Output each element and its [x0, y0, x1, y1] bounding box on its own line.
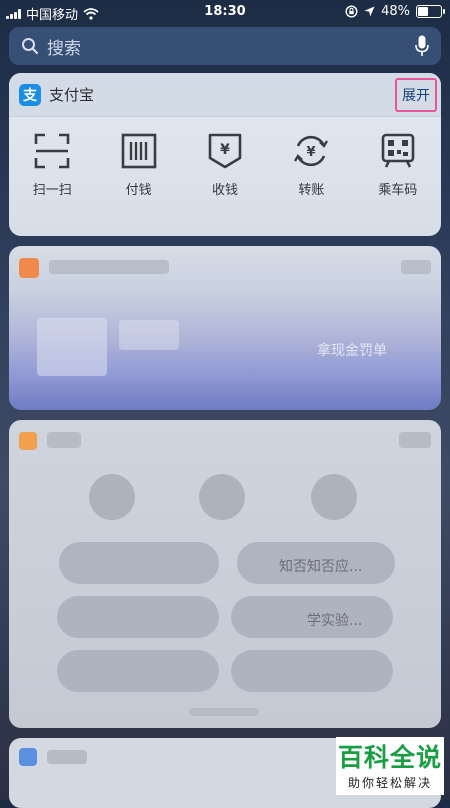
pay-action[interactable]: 付钱	[95, 133, 181, 198]
shortcut-blurred	[311, 474, 357, 520]
question-pill-blurred	[57, 650, 219, 692]
search-icon	[22, 38, 39, 55]
transfer-action[interactable]: ¥ 转账	[268, 133, 354, 198]
scan-icon	[34, 133, 70, 169]
question-pill-blurred	[57, 596, 219, 638]
scan-label: 扫一扫	[32, 183, 72, 198]
status-bar: 中国移动 18:30 48%	[0, 0, 450, 24]
app-icon-blurred	[19, 432, 37, 450]
transit-code-icon	[381, 133, 415, 168]
title-blurred	[49, 260, 169, 274]
receive-label: 收钱	[211, 183, 238, 198]
shortcut-blurred	[89, 474, 135, 520]
question-text-blurred: 学实验...	[307, 613, 363, 629]
search-placeholder: 搜索	[47, 38, 81, 59]
scan-action[interactable]: 扫一扫	[9, 133, 95, 198]
title-blurred	[47, 432, 81, 448]
app-icon-blurred	[19, 258, 39, 278]
question-pill-blurred	[231, 650, 393, 692]
app-icon-blurred	[19, 748, 37, 766]
barcode-pay-icon	[121, 133, 156, 169]
battery-percent: 48%	[381, 4, 410, 19]
watermark-title: 百科全说	[337, 743, 442, 772]
watermark-subtitle: 助你轻松解决	[347, 776, 432, 790]
receive-money-icon: ¥	[208, 133, 242, 169]
expand-button[interactable]: 展开	[395, 78, 437, 112]
rotation-lock-icon	[345, 5, 358, 18]
receive-action[interactable]: ¥ 收钱	[182, 133, 268, 198]
blurred-widget-news[interactable]: 知否知否应... 学实验...	[9, 420, 441, 728]
weather-blurred	[119, 320, 179, 350]
alipay-widget: 支 支付宝 展开 扫一扫 付钱 ¥ 收钱 ¥ 转账 乘车码	[9, 73, 441, 236]
shortcut-blurred	[199, 474, 245, 520]
alipay-logo-icon: 支	[19, 83, 41, 106]
watermark: 百科全说 助你轻松解决	[336, 737, 444, 795]
footer-blurred	[189, 708, 259, 716]
expand-blurred	[401, 260, 431, 274]
title-blurred	[47, 750, 87, 764]
alipay-widget-title: 支付宝	[49, 86, 95, 104]
question-pill-blurred	[59, 542, 219, 584]
svg-text:¥: ¥	[307, 145, 316, 160]
question-text-blurred: 知否知否应...	[279, 559, 363, 575]
microphone-icon[interactable]	[415, 35, 429, 57]
transit-code-action[interactable]: 乘车码	[355, 133, 441, 198]
temperature-blurred	[37, 318, 107, 376]
transfer-icon: ¥	[294, 135, 329, 167]
blurred-caption: 拿现金罚单	[317, 343, 387, 359]
transit-code-label: 乘车码	[378, 183, 418, 198]
location-icon	[364, 6, 375, 17]
alipay-widget-header[interactable]: 支 支付宝	[9, 73, 441, 117]
svg-text:¥: ¥	[220, 142, 230, 158]
expand-blurred	[399, 432, 431, 448]
search-bar[interactable]: 搜索	[9, 27, 441, 65]
transfer-label: 转账	[298, 183, 325, 198]
pay-label: 付钱	[125, 183, 152, 198]
battery-icon	[416, 5, 445, 18]
blurred-widget-weather[interactable]: 拿现金罚单	[9, 246, 441, 410]
